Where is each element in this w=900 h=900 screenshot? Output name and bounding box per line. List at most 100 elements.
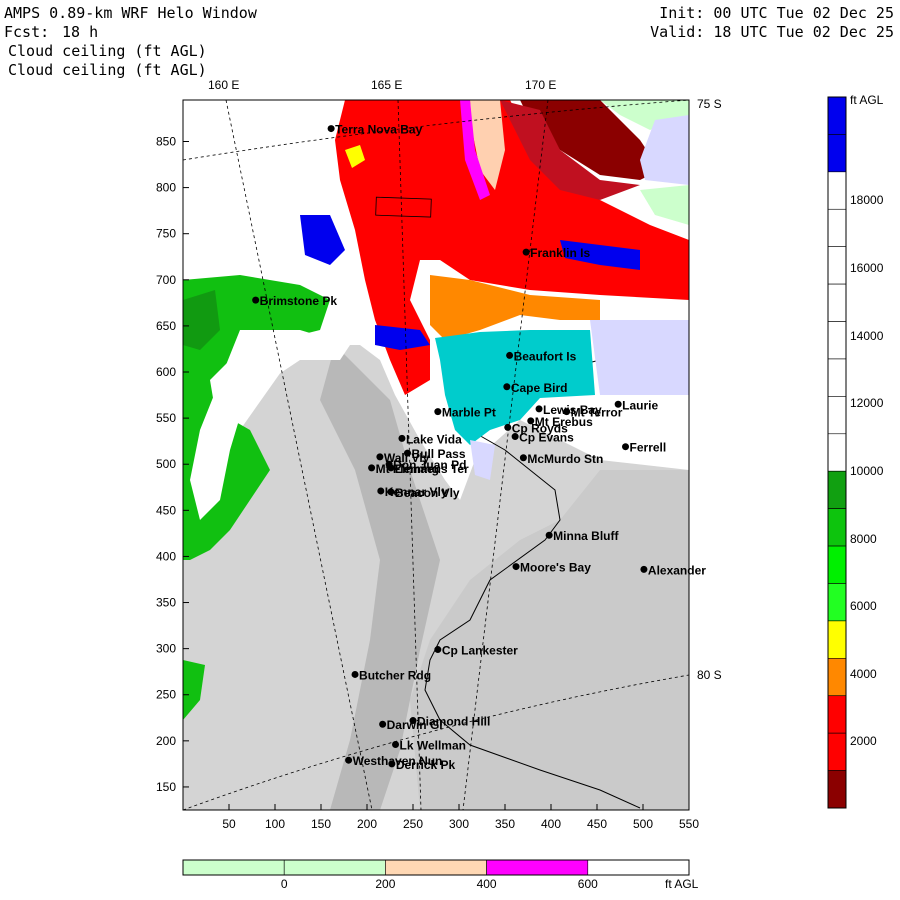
station-marker[interactable]: Terra Nova Bay (327, 123, 423, 137)
station-label: Lake Vida (406, 432, 462, 446)
station-label: Moore's Bay (520, 561, 591, 575)
station-dot (252, 296, 260, 304)
legend-right-swatch (827, 96, 847, 135)
legend-bottom-unit: ft AGL (665, 877, 699, 891)
station-marker[interactable]: Diamond Hill (409, 715, 491, 729)
legend-bottom-swatch (486, 859, 589, 876)
legend-right: 18000 16000 14000 12000 10000 8000 6000 4000 200… (827, 96, 884, 809)
station-dot (503, 383, 511, 391)
station-marker[interactable]: Derrick Pk (388, 758, 456, 772)
legend-right-swatch (827, 508, 847, 547)
lon-label-170: 170 E (525, 78, 556, 92)
x-tick-label: 400 (541, 817, 561, 831)
station-marker[interactable]: Minna Bluff (545, 529, 620, 543)
legend-right-label: 10000 (850, 464, 884, 478)
station-marker[interactable]: Brimstone Pk (252, 294, 337, 308)
legend-right-swatch (827, 732, 847, 771)
x-tick-label: 450 (587, 817, 607, 831)
station-label: Mt Erebus (535, 415, 593, 429)
y-tick-label: 850 (156, 134, 176, 148)
station-dot (640, 565, 648, 573)
station-marker[interactable]: Franklin Is (522, 246, 591, 260)
legend-right-label: 2000 (850, 734, 877, 748)
station-dot (345, 756, 353, 764)
station-label: Lk Wellman (400, 739, 466, 753)
station-marker[interactable]: Marble Pt (434, 406, 496, 420)
legend-right-swatch (827, 283, 847, 322)
legend-bottom-label: 400 (477, 877, 497, 891)
legend-right-swatch (827, 658, 847, 697)
station-marker[interactable]: McMurdo Stn (519, 452, 604, 466)
legend-bottom-label: 200 (375, 877, 395, 891)
station-dot (387, 464, 395, 472)
legend-right-swatch (827, 246, 847, 285)
station-label: McMurdo Stn (527, 452, 603, 466)
legend-right-swatch (827, 134, 847, 173)
y-tick-label: 650 (156, 319, 176, 333)
legend-right-label: 18000 (850, 193, 884, 207)
station-marker[interactable]: Mt Erebus (527, 415, 593, 429)
station-label: Terra Nova Bay (335, 123, 422, 137)
y-tick-label: 750 (156, 227, 176, 241)
legend-right-swatch (827, 208, 847, 247)
station-label: Butcher Rdg (359, 668, 431, 682)
legend-right-label: 14000 (850, 329, 884, 343)
station-dot (327, 125, 335, 133)
station-marker[interactable]: Alexander (640, 563, 706, 577)
station-marker[interactable]: Lake Vida (398, 432, 462, 446)
station-label: Minna Bluff (553, 529, 619, 543)
station-label: Derrick Pk (396, 758, 456, 772)
station-marker[interactable]: Moore's Bay (512, 561, 592, 575)
station-marker[interactable]: Cape Bird (503, 381, 568, 395)
y-tick-label: 400 (156, 549, 176, 563)
y-tick-label: 700 (156, 273, 176, 287)
lat-label-75s: 75 S (697, 97, 722, 111)
y-axis: 850 800 750 700 650 600 550 500 450 400 350 300 250 2… (156, 134, 189, 794)
station-dot (506, 351, 514, 359)
station-marker[interactable]: Ferrell (622, 441, 666, 455)
y-tick-label: 600 (156, 365, 176, 379)
x-tick-label: 500 (633, 817, 653, 831)
station-label: Franklin Is (530, 246, 590, 260)
legend-right-swatch (827, 583, 847, 622)
station-label: Linnaeus Ter (395, 462, 469, 476)
station-dot (434, 408, 442, 416)
legend-right-swatch (827, 358, 847, 397)
legend-right-unit: ft AGL (850, 93, 884, 107)
legend-right-swatch (827, 620, 847, 659)
y-tick-label: 150 (156, 780, 176, 794)
legend-right-label: 12000 (850, 396, 884, 410)
legend-right-swatch (827, 171, 847, 210)
y-tick-label: 200 (156, 734, 176, 748)
station-marker[interactable]: Beacon Vly (387, 486, 460, 500)
station-marker[interactable]: Butcher Rdg (351, 668, 432, 682)
y-tick-label: 250 (156, 688, 176, 702)
y-tick-label: 300 (156, 642, 176, 656)
x-tick-label: 150 (311, 817, 331, 831)
station-dot (504, 423, 512, 431)
y-tick-label: 500 (156, 457, 176, 471)
legend-right-label: 16000 (850, 261, 884, 275)
legend-right-swatch (827, 695, 847, 734)
station-label: Alexander (648, 563, 706, 577)
lat-label-80s: 80 S (697, 668, 722, 682)
x-tick-label: 200 (357, 817, 377, 831)
station-marker[interactable]: Lk Wellman (392, 739, 466, 753)
station-marker[interactable]: Beaufort Is (506, 349, 577, 363)
station-dot (379, 720, 387, 728)
station-label: Marble Pt (442, 406, 496, 420)
y-tick-label: 450 (156, 503, 176, 517)
station-label: Beacon Vly (395, 486, 460, 500)
y-tick-label: 550 (156, 411, 176, 425)
station-marker[interactable]: Linnaeus Ter (387, 462, 469, 476)
y-tick-label: 350 (156, 596, 176, 610)
station-dot (403, 449, 411, 457)
x-tick-label: 50 (222, 817, 236, 831)
station-dot (512, 563, 520, 571)
x-tick-label: 300 (449, 817, 469, 831)
y-tick-label: 800 (156, 181, 176, 195)
station-marker[interactable]: Cp Evans (511, 431, 575, 445)
ceiling-lavender-area-2 (590, 320, 689, 395)
station-dot (351, 670, 359, 678)
station-marker[interactable]: Cp Lankester (434, 644, 518, 658)
